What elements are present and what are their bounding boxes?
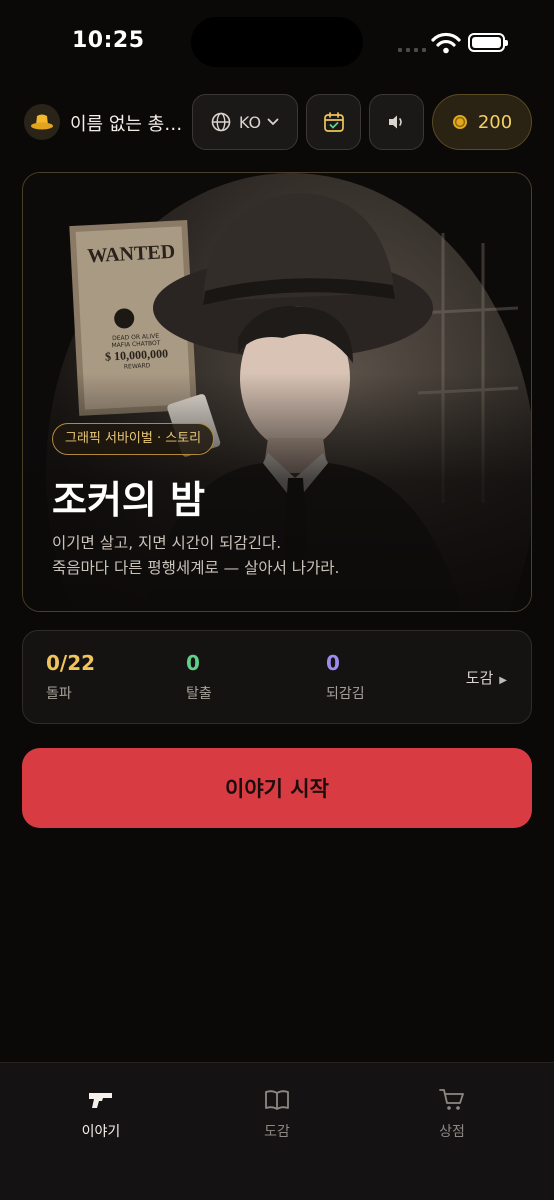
coin-balance[interactable]: 200	[432, 94, 532, 150]
daily-check-button[interactable]	[306, 94, 361, 150]
nav-tab-collection-label: 도감	[264, 1124, 290, 1140]
language-selector[interactable]: KO	[192, 94, 298, 150]
top-bar: 이름 없는 총… KO 200	[22, 94, 532, 150]
genre-tag: 그래픽 서바이벌 · 스토리	[52, 423, 215, 455]
story-title: 조커의 밤	[52, 478, 206, 522]
triangle-right-icon: ▶	[499, 675, 507, 686]
stat-breakthrough-value: 0/22	[46, 651, 96, 675]
stat-escape: 0 탈출	[186, 651, 212, 703]
stat-escape-value: 0	[186, 651, 200, 675]
nav-tab-shop-label: 상점	[439, 1124, 465, 1140]
stat-rewind-label: 되감김	[326, 686, 365, 702]
nav-tab-story-label: 이야기	[81, 1124, 121, 1140]
stat-breakthrough: 0/22 돌파	[46, 651, 95, 703]
story-description-line2: 죽음마다 다른 평행세계로 — 살아서 나가라.	[52, 559, 340, 577]
story-hero-card[interactable]: WANTED DEAD OR ALIVE MAFIA CHATBOT $ 10,…	[22, 172, 532, 612]
stat-breakthrough-label: 돌파	[46, 686, 72, 702]
speaker-icon	[388, 115, 402, 129]
coin-icon	[452, 115, 467, 129]
cart-icon	[439, 1089, 464, 1110]
calendar-check-icon	[323, 112, 344, 132]
profile-name[interactable]: 이름 없는 총…	[70, 110, 182, 136]
language-label: KO	[238, 112, 262, 132]
sound-toggle-button[interactable]	[369, 94, 424, 150]
coin-count: 200	[477, 111, 513, 133]
signal-icon	[398, 44, 426, 52]
wifi-icon	[431, 32, 461, 54]
collection-link-label: 도감	[465, 669, 494, 687]
globe-icon	[211, 112, 231, 132]
story-description-line1: 이기면 살고, 지면 시간이 되감긴다.	[52, 534, 282, 552]
stat-escape-label: 탈출	[186, 686, 212, 702]
dynamic-island	[191, 17, 363, 67]
gun-icon	[89, 1093, 112, 1108]
battery-icon	[468, 33, 508, 52]
stat-rewind: 0 되감김	[326, 651, 365, 703]
start-story-button[interactable]: 이야기 시작	[22, 748, 532, 828]
progress-stats: 0/22 돌파 0 탈출 0 되감김 도감 ▶	[22, 630, 532, 724]
bottom-nav: 이야기 도감 상점	[0, 1062, 554, 1200]
nav-tab-shop[interactable]: 상점	[402, 1087, 502, 1141]
status-bar: 10:25	[0, 0, 554, 84]
hat-icon	[31, 114, 53, 130]
chevron-down-icon	[267, 118, 279, 126]
status-time: 10:25	[72, 28, 145, 53]
poster-wanted: WANTED	[86, 240, 176, 268]
collection-link[interactable]: 도감 ▶	[466, 667, 507, 688]
nav-tab-story[interactable]: 이야기	[51, 1087, 151, 1141]
story-description: 이기면 살고, 지면 시간이 되감긴다. 죽음마다 다른 평행세계로 — 살아서…	[52, 531, 339, 581]
stat-rewind-value: 0	[326, 651, 340, 675]
avatar[interactable]	[24, 104, 60, 140]
nav-tab-collection[interactable]: 도감	[227, 1087, 327, 1141]
wanted-poster: WANTED DEAD OR ALIVE MAFIA CHATBOT $ 10,…	[78, 240, 191, 372]
book-icon	[265, 1090, 289, 1110]
